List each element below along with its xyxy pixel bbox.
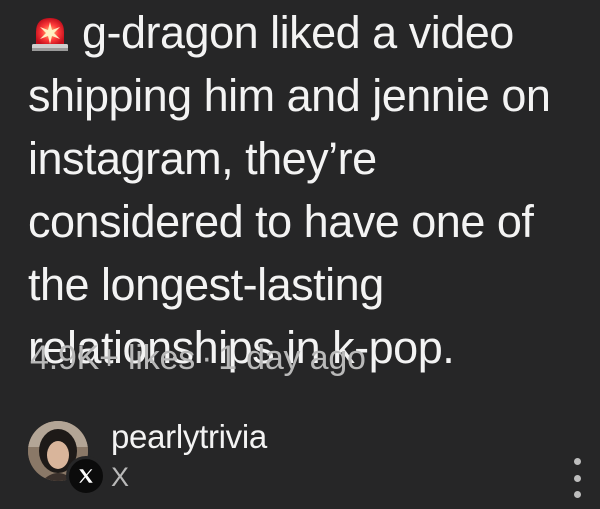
author-row[interactable]: pearlytrivia X — [28, 418, 588, 498]
likes-count[interactable]: 4.9K+ likes — [30, 339, 195, 377]
post-headline: g-dragon liked a video shipping him and … — [28, 0, 594, 379]
dot — [573, 458, 581, 465]
x-logo-icon — [66, 456, 106, 496]
platform-label: X — [111, 462, 130, 492]
threads-post: g-dragon liked a video shipping him and … — [0, 0, 600, 509]
dot — [573, 474, 581, 482]
more-options-button[interactable] — [568, 458, 586, 498]
headline-text: g-dragon liked a video shipping him and … — [28, 7, 551, 373]
siren-emoji-icon — [28, 7, 72, 51]
dot — [573, 491, 581, 498]
author-username[interactable]: pearlytrivia — [111, 418, 267, 456]
post-meta: 4.9K+ likes · 1 day ago — [30, 339, 366, 378]
meta-separator: · — [201, 339, 213, 377]
post-time: 1 day ago — [218, 339, 366, 377]
